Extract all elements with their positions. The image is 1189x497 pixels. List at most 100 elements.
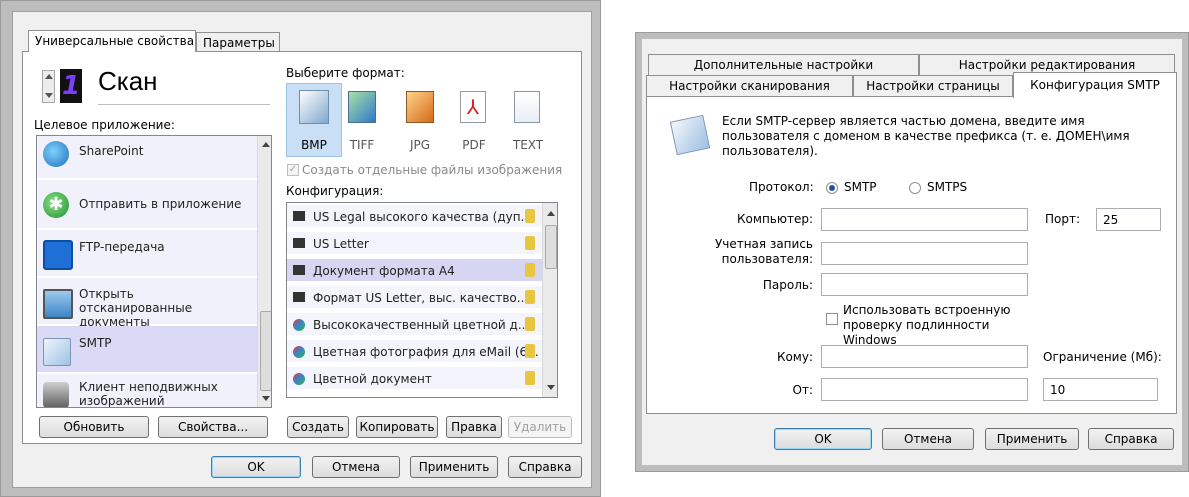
list-item[interactable]: US Legal высокого качества (дуп... [287, 205, 542, 229]
cancel-button[interactable]: Отмена [312, 456, 400, 478]
scroll-thumb[interactable] [545, 225, 557, 269]
help-button[interactable]: Справка [508, 456, 582, 478]
computer-label: Компьютер: [737, 212, 813, 226]
tab-page-settings[interactable]: Настройки страницы [853, 75, 1013, 97]
ftp-icon [43, 240, 73, 270]
profile-spinner[interactable] [42, 70, 55, 103]
account-field[interactable] [821, 242, 1028, 265]
scanner-icon [293, 211, 305, 221]
config-list-scrollbar[interactable] [542, 203, 557, 397]
tab-parameters[interactable]: Параметры [196, 32, 280, 52]
config-label: Высококачественный цветной д... [313, 318, 530, 332]
configuration-label: Конфигурация: [286, 184, 384, 198]
ok-button[interactable]: OK [211, 456, 301, 478]
jpg-icon[interactable] [406, 91, 434, 123]
protocol-smtp-radio[interactable] [826, 182, 838, 194]
configuration-list[interactable]: US Legal высокого качества (дуп... US Le… [286, 202, 558, 398]
port-label: Порт: [1045, 212, 1081, 226]
scroll-thumb[interactable] [260, 311, 271, 391]
from-field[interactable] [821, 378, 1028, 401]
format-text-label: TEXT [512, 138, 544, 152]
app-label: FTP-передача [79, 240, 165, 254]
spinner-down-icon[interactable] [45, 93, 53, 98]
list-item[interactable]: Цветная фотография для eMail (6... [287, 340, 542, 364]
tiff-icon[interactable] [348, 91, 376, 123]
app-label: Открыть отсканированные документы [79, 287, 193, 329]
password-field[interactable] [821, 273, 1028, 296]
camera-icon [43, 382, 69, 407]
app-label: SMTP [79, 336, 112, 350]
app-list-scrollbar[interactable] [257, 136, 271, 407]
list-item-selected[interactable]: SMTP [37, 326, 257, 374]
format-label: Выберите формат: [286, 66, 405, 80]
refresh-button[interactable]: Обновить [39, 416, 149, 438]
account-label: Учетная запись пользователя: [714, 237, 813, 266]
list-item[interactable]: US Letter [287, 232, 542, 256]
profile-name-underline [98, 104, 270, 105]
config-label: Цветной документ [313, 372, 432, 386]
spinner-up-icon[interactable] [45, 74, 53, 79]
tab-scan-settings[interactable]: Настройки сканирования [646, 75, 853, 97]
tab-advanced-settings[interactable]: Дополнительные настройки [648, 54, 919, 75]
list-item[interactable]: Открыть отсканированные документы [37, 278, 257, 329]
destination-app-label: Целевое приложение: [34, 118, 175, 132]
list-item[interactable]: Высококачественный цветной д... [287, 313, 542, 337]
destination-app-list[interactable]: SharePoint ✱ Отправить в приложение FTP-… [36, 135, 272, 408]
list-item[interactable]: FTP-передача [37, 230, 257, 278]
scroll-down-icon[interactable] [262, 396, 270, 401]
windows-auth-checkbox[interactable] [826, 313, 838, 325]
scroll-up-icon[interactable] [262, 142, 270, 147]
lock-icon [525, 236, 535, 250]
tab-universal-properties[interactable]: Универсальные свойства [28, 30, 196, 52]
list-item[interactable]: Цветной документ [287, 367, 542, 391]
protocol-smtp-label: SMTP [844, 180, 877, 194]
envelope-icon [43, 338, 71, 366]
tab-smtp-config[interactable]: Конфигурация SMTP [1013, 72, 1177, 98]
format-jpg-label: JPG [409, 138, 431, 152]
apply-button[interactable]: Применить [985, 428, 1079, 450]
text-icon[interactable] [514, 91, 540, 123]
lock-icon [525, 263, 535, 277]
list-item[interactable]: ✱ Отправить в приложение [37, 180, 257, 230]
computer-field[interactable] [821, 208, 1028, 231]
cancel-button[interactable]: Отмена [882, 428, 974, 450]
scroll-down-icon[interactable] [547, 385, 555, 390]
help-button[interactable]: Справка [1088, 428, 1174, 450]
list-item[interactable]: Клиент неподвижных изображений [37, 374, 257, 407]
config-label: Цветная фотография для eMail (6... [313, 345, 539, 359]
lock-icon [525, 371, 535, 385]
lock-icon [525, 317, 535, 331]
ok-button[interactable]: OK [774, 428, 872, 450]
scroll-up-icon[interactable] [547, 211, 555, 216]
separate-files-checkbox[interactable]: ✓ [287, 164, 299, 176]
list-item-selected[interactable]: Документ формата A4 [287, 259, 542, 283]
properties-button[interactable]: Свойства... [158, 416, 268, 438]
separate-files-label: Создать отдельные файлы изображения [302, 163, 563, 177]
delete-button[interactable]: Удалить [508, 416, 572, 438]
list-item[interactable]: SharePoint [37, 136, 257, 180]
list-item[interactable]: Формат US Letter, выс. качество... [287, 286, 542, 310]
windows-auth-label: Использовать встроенную проверку подлинн… [843, 303, 1011, 347]
port-field[interactable]: 25 [1096, 208, 1161, 231]
protocol-smtps-radio[interactable] [909, 182, 921, 194]
limit-field[interactable]: 10 [1043, 378, 1158, 401]
envelope-icon [669, 114, 711, 156]
open-docs-icon [43, 289, 73, 319]
config-label: US Letter [313, 237, 369, 251]
edit-button[interactable]: Правка [446, 416, 502, 438]
create-button[interactable]: Создать [287, 416, 349, 438]
limit-label: Ограничение (Мб): [1043, 350, 1162, 364]
format-bmp-label: BMP [301, 138, 327, 152]
send-to-app-icon: ✱ [43, 192, 69, 218]
protocol-label: Протокол: [749, 180, 814, 194]
lock-icon [525, 209, 535, 223]
copy-button[interactable]: Копировать [356, 416, 438, 438]
apply-button[interactable]: Применить [410, 456, 498, 478]
sharepoint-icon [43, 141, 69, 167]
to-field[interactable] [821, 345, 1028, 368]
bmp-icon [299, 90, 329, 124]
app-label: SharePoint [79, 144, 144, 158]
color-scan-icon [293, 373, 305, 385]
pdf-icon[interactable]: ⅄ [460, 91, 486, 123]
password-label: Пароль: [762, 278, 813, 292]
